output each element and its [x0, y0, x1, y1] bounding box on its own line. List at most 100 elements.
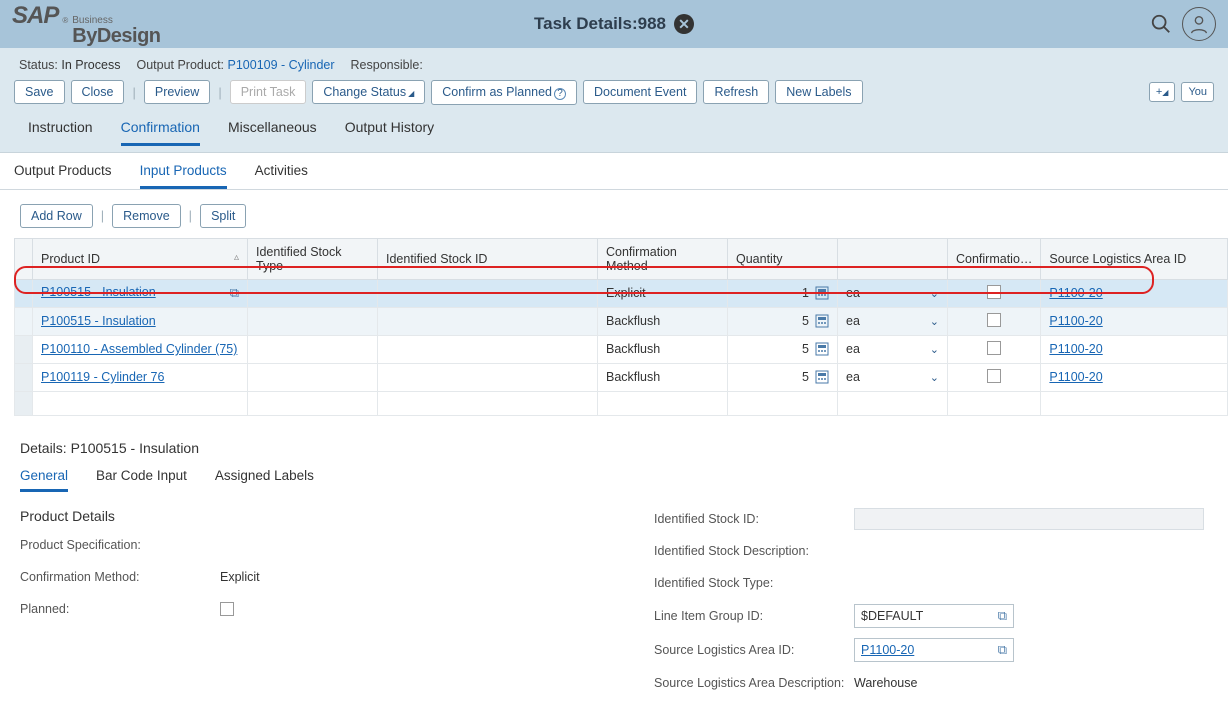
chevron-down-icon[interactable]: ⌄	[930, 287, 939, 300]
logo-bydesign: ByDesign	[72, 26, 160, 46]
new-labels-button[interactable]: New Labels	[775, 80, 862, 104]
dtab-barcode[interactable]: Bar Code Input	[96, 468, 187, 492]
cell-uom[interactable]: ea	[846, 286, 860, 300]
col-confirmation[interactable]: Confirmatio…	[948, 238, 1041, 279]
tab-output-history[interactable]: Output History	[345, 119, 434, 146]
details-header: Details: P100515 - Insulation	[20, 440, 1228, 456]
subtab-input-products[interactable]: Input Products	[140, 163, 227, 189]
cell-confirmation-method: Backflush	[598, 307, 728, 335]
product-link[interactable]: P100119 - Cylinder 76	[41, 370, 164, 384]
table-row[interactable]: P100515 - Insulation⧉ Explicit 1 ea⌄ P11…	[15, 279, 1228, 307]
page-title: Task Details:988	[534, 14, 666, 34]
detail-tabs: General Bar Code Input Assigned Labels	[14, 464, 1228, 492]
search-icon[interactable]	[1150, 13, 1172, 35]
checkbox[interactable]	[987, 313, 1001, 327]
logo: SAP ® Business ByDesign	[12, 2, 161, 46]
col-confirmation-method[interactable]: Confirmation Method	[598, 238, 728, 279]
close-icon[interactable]: ✕	[674, 14, 694, 34]
product-link[interactable]: P100515 - Insulation	[41, 314, 156, 328]
col-uom[interactable]	[838, 238, 948, 279]
checkbox[interactable]	[987, 369, 1001, 383]
sub-tabs: Output Products Input Products Activitie…	[0, 153, 1228, 190]
tab-instruction[interactable]: Instruction	[28, 119, 93, 146]
calculator-icon[interactable]	[815, 286, 829, 300]
lbl-identified-stock-description: Identified Stock Description:	[654, 544, 854, 558]
val-confirmation-method: Explicit	[220, 570, 260, 584]
separator: |	[132, 85, 135, 100]
tab-confirmation[interactable]: Confirmation	[121, 119, 200, 146]
refresh-button[interactable]: Refresh	[703, 80, 769, 104]
source-logistics-link[interactable]: P1100-20	[1049, 286, 1102, 300]
table-row[interactable]: P100119 - Cylinder 76 Backflush 5 ea ⌄ P1…	[15, 363, 1228, 391]
popout-icon[interactable]: ⧉	[230, 285, 239, 301]
lbl-product-specification: Product Specification:	[20, 538, 220, 552]
source-logistics-link[interactable]: P1100-20	[1049, 370, 1102, 384]
split-button[interactable]: Split	[200, 204, 246, 228]
save-button[interactable]: Save	[14, 80, 65, 104]
dtab-general[interactable]: General	[20, 468, 68, 492]
cell-quantity[interactable]: 5	[802, 314, 809, 328]
cell-confirmation-method: Backflush	[598, 363, 728, 391]
product-link[interactable]: P100110 - Assembled Cylinder (75)	[41, 342, 237, 356]
cell-uom[interactable]: ea	[846, 314, 860, 328]
cell-quantity[interactable]: 5	[802, 370, 809, 384]
subtab-activities[interactable]: Activities	[255, 163, 308, 189]
row-handle[interactable]	[15, 279, 33, 307]
preview-button[interactable]: Preview	[144, 80, 210, 104]
col-identified-stock-type[interactable]: Identified Stock Type	[248, 238, 378, 279]
row-handle[interactable]	[15, 335, 33, 363]
lbl-source-logistics-area-id: Source Logistics Area ID:	[654, 643, 854, 657]
checkbox[interactable]	[987, 285, 1001, 299]
main-tabs: Instruction Confirmation Miscellaneous O…	[14, 105, 1214, 146]
calculator-icon[interactable]	[815, 370, 829, 384]
table-row[interactable]: P100110 - Assembled Cylinder (75) Backfl…	[15, 335, 1228, 363]
status-value: In Process	[61, 58, 120, 72]
change-status-button[interactable]: Change Status◢	[312, 80, 425, 104]
lbl-identified-stock-type: Identified Stock Type:	[654, 576, 854, 590]
calculator-icon[interactable]	[815, 314, 829, 328]
popout-icon[interactable]: ⧉	[998, 608, 1007, 624]
sub-header: Status: In Process Output Product: P1001…	[0, 48, 1228, 153]
col-source-logistics-area[interactable]: Source Logistics Area ID	[1041, 238, 1228, 279]
add-page-button[interactable]: +◢	[1149, 82, 1176, 102]
remove-button[interactable]: Remove	[112, 204, 181, 228]
section-product-details: Product Details	[20, 508, 594, 524]
col-product-id[interactable]: Product ID▵	[33, 238, 248, 279]
subtab-output-products[interactable]: Output Products	[14, 163, 112, 189]
product-link[interactable]: P100515 - Insulation	[41, 285, 156, 299]
confirm-as-planned-button[interactable]: Confirm as Planned?	[431, 80, 577, 105]
responsible-label: Responsible:	[351, 58, 423, 72]
val-source-logistics-area-description: Warehouse	[854, 676, 917, 690]
col-identified-stock-id[interactable]: Identified Stock ID	[378, 238, 598, 279]
table-row[interactable]: P100515 - Insulation Backflush 5 ea ⌄ P11…	[15, 307, 1228, 335]
document-event-button[interactable]: Document Event	[583, 80, 697, 104]
dtab-assigned-labels[interactable]: Assigned Labels	[215, 468, 314, 492]
cell-uom[interactable]: ea	[846, 342, 860, 356]
cell-quantity[interactable]: 5	[802, 342, 809, 356]
input-identified-stock-id[interactable]	[854, 508, 1204, 530]
cell-uom[interactable]: ea	[846, 370, 860, 384]
chevron-down-icon[interactable]: ⌄	[930, 343, 939, 356]
checkbox[interactable]	[987, 341, 1001, 355]
col-quantity[interactable]: Quantity	[728, 238, 838, 279]
row-handle[interactable]	[15, 363, 33, 391]
calculator-icon[interactable]	[815, 342, 829, 356]
you-button[interactable]: You	[1181, 82, 1214, 102]
input-line-item-group-id[interactable]: $DEFAULT⧉	[854, 604, 1014, 628]
chevron-down-icon[interactable]: ⌄	[930, 371, 939, 384]
popout-icon[interactable]: ⧉	[998, 642, 1007, 658]
tab-miscellaneous[interactable]: Miscellaneous	[228, 119, 317, 146]
close-button[interactable]: Close	[71, 80, 125, 104]
row-handle[interactable]	[15, 307, 33, 335]
checkbox-planned[interactable]	[220, 602, 234, 616]
avatar[interactable]	[1182, 7, 1216, 41]
add-row-button[interactable]: Add Row	[20, 204, 93, 228]
source-logistics-link[interactable]: P1100-20	[1049, 342, 1102, 356]
separator: |	[218, 85, 221, 100]
input-source-logistics-area-id[interactable]: P1100-20⧉	[854, 638, 1014, 662]
source-logistics-link[interactable]: P1100-20	[1049, 314, 1102, 328]
chevron-down-icon[interactable]: ⌄	[930, 315, 939, 328]
print-task-button[interactable]: Print Task	[230, 80, 307, 104]
cell-quantity[interactable]: 1	[802, 286, 809, 300]
output-product-link[interactable]: P100109 - Cylinder	[228, 58, 335, 72]
